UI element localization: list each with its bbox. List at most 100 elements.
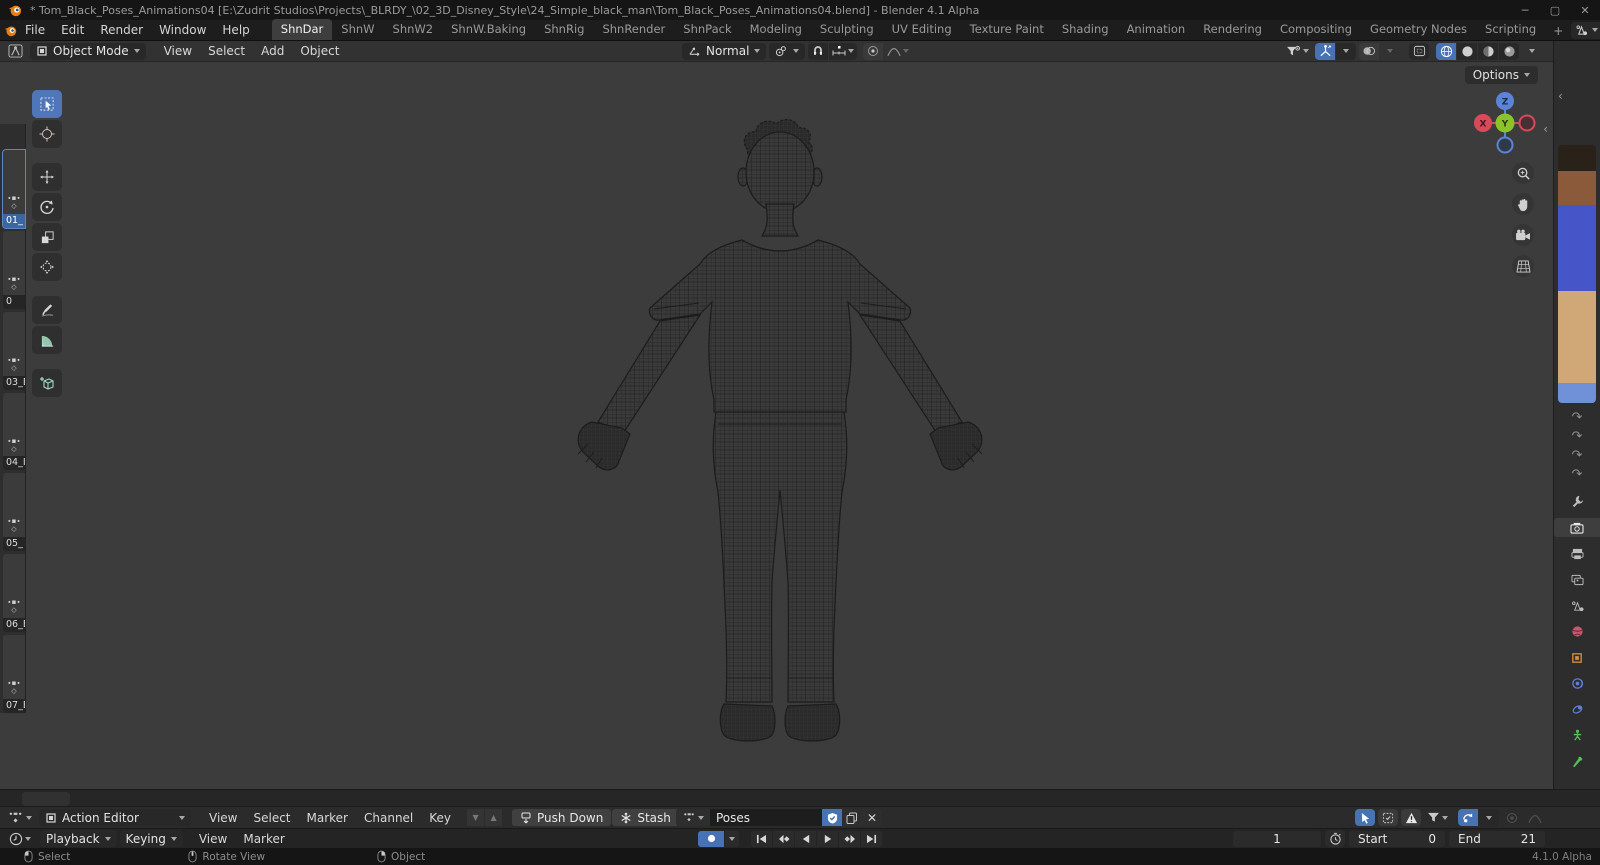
- action-menu-view[interactable]: View: [201, 811, 245, 825]
- action-menu-key[interactable]: Key: [421, 811, 459, 825]
- play-reverse-button[interactable]: [795, 830, 816, 847]
- play-button[interactable]: [817, 830, 838, 847]
- pose-item-02[interactable]: ∙▪∙ ◇ 0: [3, 230, 25, 309]
- tool-add-cube[interactable]: [32, 369, 62, 397]
- workspace-tab-shnrender[interactable]: ShnRender: [593, 19, 674, 40]
- overlays-dropdown[interactable]: [1380, 43, 1400, 60]
- proportional-edit-toggle-disabled[interactable]: [1502, 809, 1522, 826]
- pose-item-04[interactable]: ∙▪∙ ◇ 04_I: [3, 392, 25, 471]
- workspace-tab-texture-paint[interactable]: Texture Paint: [961, 19, 1053, 40]
- tool-scale[interactable]: [32, 223, 62, 251]
- sidebar-collapse-chevron[interactable]: ‹: [1543, 122, 1548, 136]
- playback-dropdown[interactable]: Playback: [40, 830, 117, 847]
- perspective-toggle-icon[interactable]: [1512, 255, 1534, 277]
- record-options-caret-button[interactable]: [725, 830, 739, 847]
- pan-hand-icon[interactable]: [1512, 193, 1534, 215]
- current-frame-field[interactable]: 1: [1233, 830, 1321, 847]
- pose-item-01[interactable]: ∙▪∙ ◇ 01_: [2, 149, 26, 229]
- proportional-editing-toggle[interactable]: [863, 42, 884, 60]
- tab-render[interactable]: [1554, 518, 1600, 537]
- snap-with-dropdown[interactable]: [829, 42, 858, 60]
- gizmo-axis-z-neg[interactable]: [1496, 136, 1514, 154]
- timeline-menu-marker[interactable]: Marker: [235, 832, 292, 846]
- workspace-tab-compositing[interactable]: Compositing: [1271, 19, 1361, 40]
- end-frame-field[interactable]: End 21: [1449, 830, 1545, 847]
- tab-scene[interactable]: [1554, 596, 1600, 615]
- xray-toggle-button[interactable]: [1409, 42, 1429, 60]
- snap-keyframes-dropdown[interactable]: [1458, 809, 1478, 826]
- add-workspace-button[interactable]: +: [1545, 22, 1571, 40]
- snap-toggle-button[interactable]: [808, 42, 829, 60]
- pose-item-06[interactable]: ∙▪∙◇ 06_E: [3, 554, 25, 633]
- move-channel-up-icon[interactable]: ▲: [485, 809, 503, 826]
- workspace-tab-shnw[interactable]: ShnW: [332, 19, 383, 40]
- editor-type-dope-sheet-icon[interactable]: [5, 809, 35, 826]
- pose-item-07[interactable]: ∙▪∙◇ 07_E: [3, 635, 25, 714]
- tool-annotate[interactable]: [32, 296, 62, 324]
- tab-world[interactable]: [1554, 622, 1600, 641]
- only-selected-filter-button[interactable]: [1355, 809, 1375, 826]
- viewport-menu-select[interactable]: Select: [200, 44, 253, 58]
- menu-help[interactable]: Help: [214, 21, 257, 39]
- pose-item-05[interactable]: ∙▪∙ ◇ 05_: [3, 473, 25, 552]
- action-menu-marker[interactable]: Marker: [299, 811, 356, 825]
- viewport-3d[interactable]: Options ‹ ∙▪∙ ◇ 01_ ∙▪∙ ◇ 0 ∙▪∙ ◇ 03_ ∙▪…: [0, 62, 1600, 789]
- unlink-action-button[interactable]: ✕: [862, 809, 882, 826]
- camera-view-icon[interactable]: [1512, 224, 1534, 246]
- transform-orientation-dropdown[interactable]: Normal: [682, 42, 767, 60]
- pose-item-03[interactable]: ∙▪∙◇ 03_E: [3, 311, 25, 390]
- workspace-tab-uv-editing[interactable]: UV Editing: [883, 19, 961, 40]
- navigation-gizmo[interactable]: Z X Y: [1472, 90, 1538, 156]
- tab-object[interactable]: [1554, 648, 1600, 667]
- auto-keyframe-record-button[interactable]: [698, 830, 724, 847]
- tool-select-box[interactable]: [32, 90, 62, 118]
- proportional-falloff-dropdown[interactable]: [884, 43, 912, 60]
- action-menu-select[interactable]: Select: [245, 811, 298, 825]
- fcurve-icon[interactable]: ↷: [1572, 468, 1583, 482]
- tool-transform[interactable]: [32, 253, 62, 281]
- jump-to-start-button[interactable]: [751, 830, 772, 847]
- tab-armature-data[interactable]: [1554, 726, 1600, 745]
- snap-keyframes-caret-button[interactable]: [1479, 809, 1499, 826]
- action-name-field[interactable]: [710, 809, 822, 826]
- workspace-tab-sculpting[interactable]: Sculpting: [811, 19, 883, 40]
- jump-to-end-button[interactable]: [861, 830, 882, 847]
- menu-render[interactable]: Render: [92, 21, 151, 39]
- zoom-icon[interactable]: [1512, 162, 1534, 184]
- workspace-tab-geometry-nodes[interactable]: Geometry Nodes: [1361, 19, 1476, 40]
- stash-button[interactable]: Stash: [612, 809, 679, 826]
- tab-view-layer[interactable]: [1554, 570, 1600, 589]
- tab-output[interactable]: [1554, 544, 1600, 563]
- viewport-menu-view[interactable]: View: [156, 44, 200, 58]
- tab-bone[interactable]: [1554, 752, 1600, 771]
- editor-type-3d-viewport-icon[interactable]: [5, 43, 26, 60]
- viewport-menu-object[interactable]: Object: [292, 44, 347, 58]
- tool-cursor[interactable]: [32, 120, 62, 148]
- fcurve-icon[interactable]: ↷: [1572, 430, 1583, 444]
- new-action-copy-button[interactable]: [842, 809, 862, 826]
- workspace-tab-rendering[interactable]: Rendering: [1194, 19, 1271, 40]
- shading-wireframe-button[interactable]: [1436, 42, 1456, 60]
- dope-sheet-channel-box[interactable]: [22, 792, 70, 806]
- dope-sheet-strip[interactable]: [0, 789, 1600, 806]
- action-menu-channel[interactable]: Channel: [356, 811, 421, 825]
- workspace-tab-modeling[interactable]: Modeling: [741, 19, 811, 40]
- menu-edit[interactable]: Edit: [53, 21, 92, 39]
- show-hide-filter-dropdown[interactable]: [1283, 43, 1312, 60]
- blender-menu-icon[interactable]: [4, 24, 17, 37]
- tool-rotate[interactable]: [32, 193, 62, 221]
- gizmo-axis-x-neg[interactable]: [1518, 114, 1536, 132]
- expand-panel-chevron[interactable]: ‹: [1558, 89, 1563, 103]
- move-channel-down-icon[interactable]: ▼: [467, 809, 485, 826]
- gizmo-toggle-button[interactable]: [1315, 42, 1335, 60]
- editor-type-timeline-icon[interactable]: [6, 830, 34, 847]
- overlays-toggle-button[interactable]: [1359, 42, 1379, 60]
- tool-measure[interactable]: [32, 326, 62, 354]
- workspace-tab-shnrig[interactable]: ShnRig: [535, 19, 593, 40]
- close-icon[interactable]: ✕: [1570, 0, 1600, 20]
- tab-constraints[interactable]: [1554, 700, 1600, 719]
- next-keyframe-button[interactable]: [839, 830, 860, 847]
- menu-file[interactable]: File: [17, 21, 53, 39]
- fcurve-icon[interactable]: ↷: [1572, 449, 1583, 463]
- show-hidden-filter-button[interactable]: [1378, 809, 1398, 826]
